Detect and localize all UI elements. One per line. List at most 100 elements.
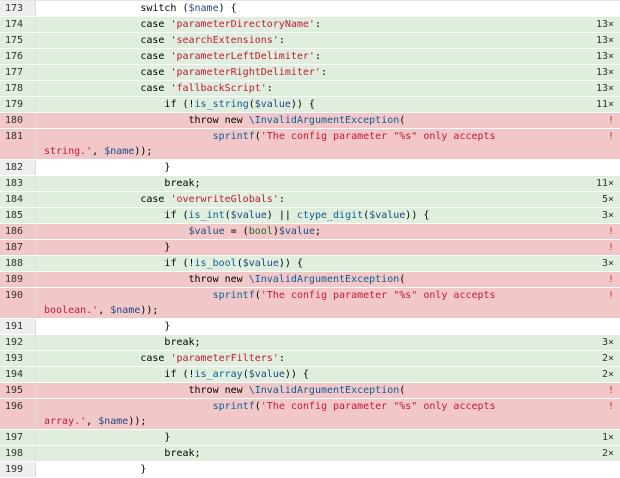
line-number[interactable]: 179 xyxy=(0,97,36,112)
code-line: 193 case 'parameterFilters': 2× xyxy=(0,351,620,367)
code-line: 180 throw new \InvalidArgumentException(… xyxy=(0,113,620,129)
code-line: 183 break; 11× xyxy=(0,176,620,192)
hit-count: ! xyxy=(607,274,614,285)
source-code: case 'parameterDirectoryName': xyxy=(44,19,321,30)
source-code: } xyxy=(44,162,171,173)
line-number[interactable]: 181 xyxy=(0,129,36,159)
line-number[interactable]: 188 xyxy=(0,256,36,271)
hit-count: ! xyxy=(607,115,614,126)
hit-count xyxy=(578,319,620,334)
source-code: case 'parameterFilters': xyxy=(44,353,285,364)
code-line: 182 } xyxy=(0,160,620,176)
line-number[interactable]: 196 xyxy=(0,399,36,429)
hit-count: 11× xyxy=(595,99,614,110)
hit-count: 3× xyxy=(601,258,614,269)
hit-count: 2× xyxy=(601,369,614,380)
hit-count: 3× xyxy=(601,337,614,348)
code-line: 179 if (!is_string($value)) { 11× xyxy=(0,97,620,113)
code-line: 185 if (is_int($value) || ctype_digit($v… xyxy=(0,208,620,224)
code-line: 195 throw new \InvalidArgumentException(… xyxy=(0,383,620,399)
line-number[interactable]: 180 xyxy=(0,113,36,128)
line-number[interactable]: 187 xyxy=(0,240,36,255)
source-code: case 'parameterLeftDelimiter': xyxy=(44,51,321,62)
line-number[interactable]: 185 xyxy=(0,208,36,223)
line-number[interactable]: 186 xyxy=(0,224,36,239)
code-line: 173 switch ($name) { xyxy=(0,1,620,17)
line-number[interactable]: 191 xyxy=(0,319,36,334)
hit-count: 3× xyxy=(601,210,614,221)
line-number[interactable]: 174 xyxy=(0,17,36,32)
source-code: throw new \InvalidArgumentException( xyxy=(44,115,406,126)
code-line: 190 sprintf('The config parameter "%s" o… xyxy=(0,288,620,319)
hit-count: 2× xyxy=(601,448,614,459)
code-line: 189 throw new \InvalidArgumentException(… xyxy=(0,272,620,288)
line-number[interactable]: 177 xyxy=(0,65,36,80)
hit-count: 13× xyxy=(595,83,614,94)
source-code: } xyxy=(44,242,171,253)
code-line: 177 case 'parameterRightDelimiter': 13× xyxy=(0,65,620,81)
line-number[interactable]: 194 xyxy=(0,367,36,382)
code-line: 181 sprintf('The config parameter "%s" o… xyxy=(0,129,620,160)
line-number[interactable]: 183 xyxy=(0,176,36,191)
hit-count: ! xyxy=(607,401,614,412)
line-number[interactable]: 189 xyxy=(0,272,36,287)
code-line: 196 sprintf('The config parameter "%s" o… xyxy=(0,399,620,430)
line-number[interactable]: 182 xyxy=(0,160,36,175)
hit-count: ! xyxy=(607,385,614,396)
line-number[interactable]: 192 xyxy=(0,335,36,350)
line-number[interactable]: 176 xyxy=(0,49,36,64)
source-code: switch ($name) { xyxy=(44,3,237,14)
source-code: case 'fallbackScript': xyxy=(44,83,273,94)
source-code: if (is_int($value) || ctype_digit($value… xyxy=(44,210,430,221)
source-code: sprintf('The config parameter "%s" only … xyxy=(44,290,496,316)
hit-count: 13× xyxy=(595,67,614,78)
source-code: break; xyxy=(44,178,201,189)
source-code: $value = (bool)$value; xyxy=(188,226,322,237)
code-line: 188 if (!is_bool($value)) {3× xyxy=(0,256,620,272)
hit-count: ! xyxy=(607,242,614,253)
hit-count: ! xyxy=(607,131,614,142)
hit-count xyxy=(578,1,620,16)
hit-count: 11× xyxy=(595,178,614,189)
hit-count: ! xyxy=(607,290,614,301)
source-code: case 'searchExtensions': xyxy=(44,35,285,46)
code-line: 194 if (!is_array($value)) { 2× xyxy=(0,367,620,383)
hit-count: ! xyxy=(607,226,614,237)
source-code: case 'overwriteGlobals': xyxy=(44,194,285,205)
line-number[interactable]: 175 xyxy=(0,33,36,48)
source-code: sprintf('The config parameter "%s" only … xyxy=(44,131,496,157)
code-line: 186 $value = (bool)$value;! xyxy=(0,224,620,240)
hit-count xyxy=(578,160,620,175)
line-number[interactable]: 173 xyxy=(0,1,36,16)
line-number[interactable]: 193 xyxy=(0,351,36,366)
line-number[interactable]: 195 xyxy=(0,383,36,398)
line-number[interactable]: 190 xyxy=(0,288,36,318)
source-code: } xyxy=(44,321,171,332)
hit-count: 13× xyxy=(595,19,614,30)
source-code: throw new \InvalidArgumentException( xyxy=(44,274,406,285)
code-line: 199 } xyxy=(0,462,620,478)
line-number[interactable]: 198 xyxy=(0,446,36,461)
source-code: } xyxy=(44,432,171,443)
hit-count: 1× xyxy=(601,432,614,443)
source-code: case 'parameterRightDelimiter': xyxy=(44,67,327,78)
hit-count: 2× xyxy=(601,353,614,364)
code-line: 184 case 'overwriteGlobals': 5× xyxy=(0,192,620,208)
source-code: break; xyxy=(44,337,201,348)
hit-count: 13× xyxy=(595,35,614,46)
line-number[interactable]: 197 xyxy=(0,430,36,445)
source-code: throw new \InvalidArgumentException( xyxy=(44,385,406,396)
source-code: sprintf('The config parameter "%s" only … xyxy=(44,401,496,427)
coverage-table: 173 switch ($name) {174 case 'parameterD… xyxy=(0,0,620,478)
code-line: 198 break; 2× xyxy=(0,446,620,462)
code-line: 174 case 'parameterDirectoryName': 13× xyxy=(0,17,620,33)
code-line: 191 } xyxy=(0,319,620,335)
line-number[interactable]: 184 xyxy=(0,192,36,207)
line-number[interactable]: 178 xyxy=(0,81,36,96)
code-line: 187 }! xyxy=(0,240,620,256)
source-code: if (!is_string($value)) { xyxy=(44,99,315,110)
code-line: 175 case 'searchExtensions': 13× xyxy=(0,33,620,49)
code-line: 178 case 'fallbackScript': 13× xyxy=(0,81,620,97)
source-code: if (!is_array($value)) { xyxy=(44,369,309,380)
source-code: break; xyxy=(44,448,201,459)
